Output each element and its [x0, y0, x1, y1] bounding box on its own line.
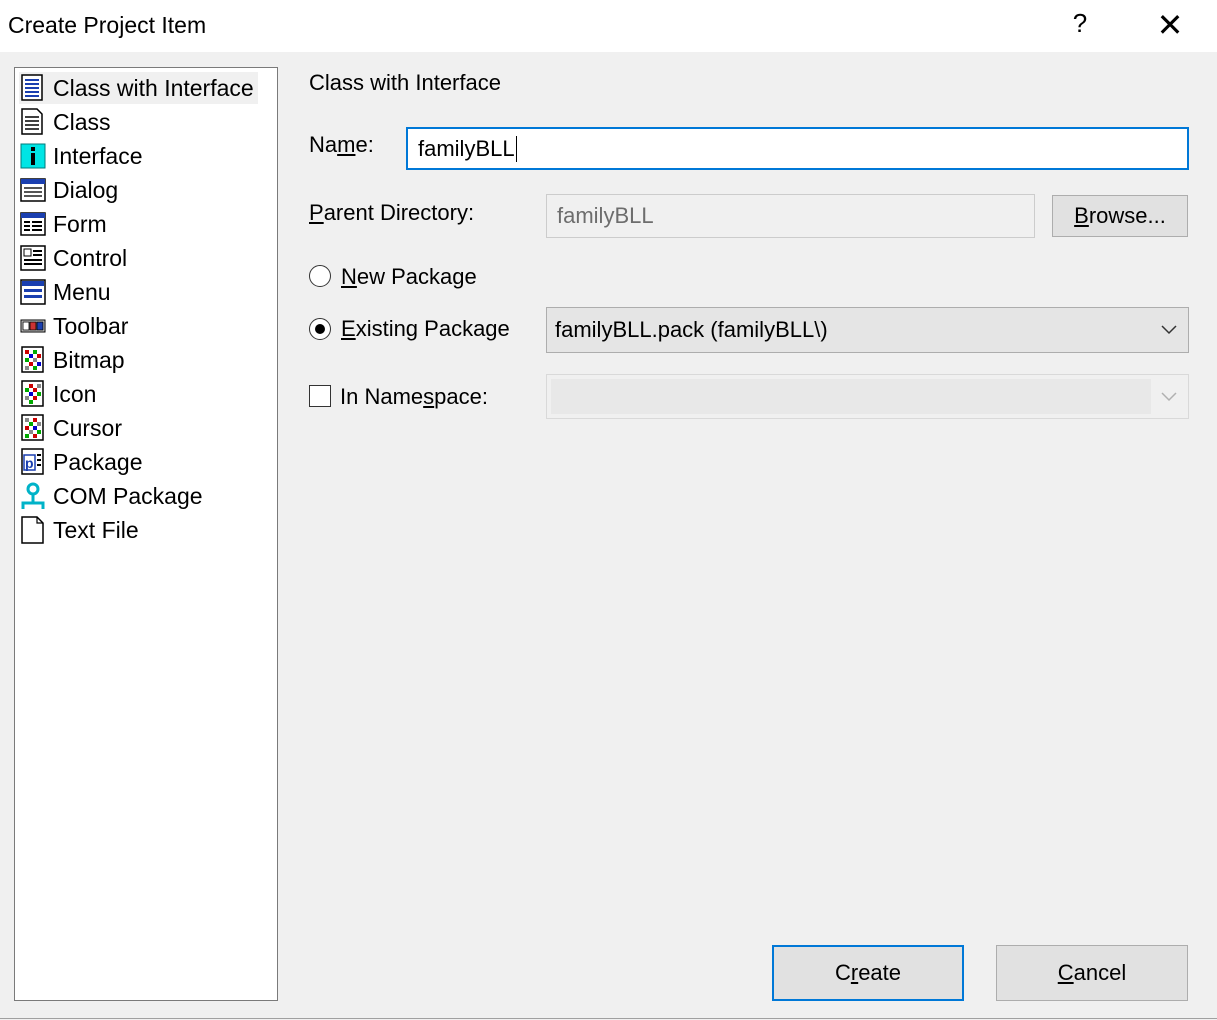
in-namespace-label[interactable]: In Namespace:	[340, 384, 488, 410]
new-package-text: ew Package	[356, 264, 477, 289]
namespace-select-inner	[551, 379, 1151, 414]
list-item-dialog[interactable]: Dialog	[19, 174, 118, 206]
list-item-text-file[interactable]: Text File	[19, 514, 139, 546]
list-item-label: Control	[53, 244, 128, 271]
cancel-label: ancel	[1073, 960, 1127, 985]
cursor-icon	[19, 414, 47, 442]
text-file-icon	[19, 516, 47, 544]
parent-directory-field: familyBLL	[546, 194, 1035, 238]
list-item-interface[interactable]: Interface	[19, 140, 143, 172]
existing-package-radio[interactable]	[309, 318, 331, 340]
parent-label-text: arent Directory:	[323, 200, 475, 225]
cancel-mnemonic: C	[1057, 960, 1074, 985]
create-label-end: eate	[858, 960, 902, 985]
name-label-text-end: e:	[355, 132, 374, 157]
list-item-label: Menu	[53, 278, 111, 305]
existing-package-value: familyBLL.pack (familyBLL\)	[555, 317, 828, 342]
list-item-cursor[interactable]: Cursor	[19, 412, 122, 444]
chevron-down-icon	[1160, 385, 1178, 408]
control-icon	[19, 244, 47, 272]
menu-icon	[19, 278, 47, 306]
namespace-mnemonic: s	[423, 384, 435, 409]
list-item-control[interactable]: Control	[19, 242, 127, 274]
item-type-list[interactable]: Class with Interface Class Interface Dia…	[14, 67, 278, 1001]
list-item-label: Class with Interface	[53, 74, 254, 101]
list-item-form[interactable]: Form	[19, 208, 107, 240]
existing-package-select[interactable]: familyBLL.pack (familyBLL\)	[546, 307, 1189, 353]
existing-package-mnemonic: E	[341, 316, 356, 341]
form-heading: Class with Interface	[309, 70, 501, 95]
name-label: Name:	[309, 132, 374, 158]
list-item-toolbar[interactable]: Toolbar	[19, 310, 128, 342]
bitmap-icon	[19, 346, 47, 374]
list-item-label: Package	[53, 448, 143, 475]
new-package-radio[interactable]	[309, 265, 331, 287]
new-package-label[interactable]: New Package	[341, 264, 477, 290]
radio-selected-dot	[315, 324, 325, 334]
list-item-label: Bitmap	[53, 346, 125, 373]
com-package-icon	[19, 482, 47, 510]
list-item-icon[interactable]: Icon	[19, 378, 96, 410]
namespace-select	[546, 374, 1189, 419]
create-label: C	[834, 960, 851, 985]
help-button[interactable]: ?	[1068, 8, 1092, 39]
class-icon	[19, 108, 47, 136]
title-bar: Create Project Item ? ✕	[0, 0, 1217, 53]
name-label-text: Na	[309, 132, 338, 157]
browse-mnemonic: B	[1074, 203, 1089, 228]
list-item-com-package[interactable]: COM Package	[19, 480, 203, 512]
parent-label-mnemonic: P	[309, 200, 324, 225]
package-icon: p	[19, 448, 47, 476]
create-mnemonic: r	[850, 960, 859, 985]
icon-resource-icon	[19, 380, 47, 408]
existing-package-label[interactable]: Existing Package	[341, 316, 510, 342]
list-item-class-with-interface[interactable]: Class with Interface	[19, 72, 258, 104]
class-with-interface-icon	[19, 74, 47, 102]
parent-directory-label: Parent Directory:	[309, 200, 474, 226]
existing-package-text: xisting Package	[355, 316, 510, 341]
list-item-bitmap[interactable]: Bitmap	[19, 344, 125, 376]
list-item-label: COM Package	[53, 482, 203, 509]
namespace-text: In Name	[340, 384, 424, 409]
chevron-down-icon	[1160, 318, 1178, 341]
list-item-label: Text File	[53, 516, 139, 543]
toolbar-icon	[19, 312, 47, 340]
list-item-package[interactable]: p Package	[19, 446, 143, 478]
create-button[interactable]: Cr eate	[772, 945, 964, 1001]
form-icon	[19, 210, 47, 238]
browse-button[interactable]: Browse...	[1052, 195, 1188, 237]
svg-text:p: p	[25, 455, 34, 471]
list-item-label: Dialog	[53, 176, 119, 203]
name-label-mnemonic: m	[337, 132, 356, 157]
list-item-label: Icon	[53, 380, 97, 407]
name-input-value: familyBLL	[418, 135, 515, 161]
dialog-icon	[19, 176, 47, 204]
list-item-label: Toolbar	[53, 312, 129, 339]
close-button[interactable]: ✕	[1150, 6, 1190, 44]
browse-label: rowse...	[1088, 203, 1166, 228]
in-namespace-checkbox[interactable]	[309, 385, 331, 407]
parent-directory-value: familyBLL	[557, 203, 654, 228]
new-package-mnemonic: N	[341, 264, 357, 289]
namespace-text-end: pace:	[434, 384, 488, 409]
window-bottom-border	[0, 1018, 1217, 1019]
window-title: Create Project Item	[8, 12, 207, 38]
list-item-label: Interface	[53, 142, 143, 169]
list-item-label: Form	[53, 210, 107, 237]
list-item-class[interactable]: Class	[19, 106, 111, 138]
cancel-button[interactable]: Cancel	[996, 945, 1188, 1001]
text-cursor	[515, 135, 517, 162]
name-input[interactable]: familyBLL	[406, 127, 1189, 170]
list-item-menu[interactable]: Menu	[19, 276, 111, 308]
list-item-label: Cursor	[53, 414, 123, 441]
interface-icon	[19, 142, 47, 170]
list-item-label: Class	[53, 108, 111, 135]
